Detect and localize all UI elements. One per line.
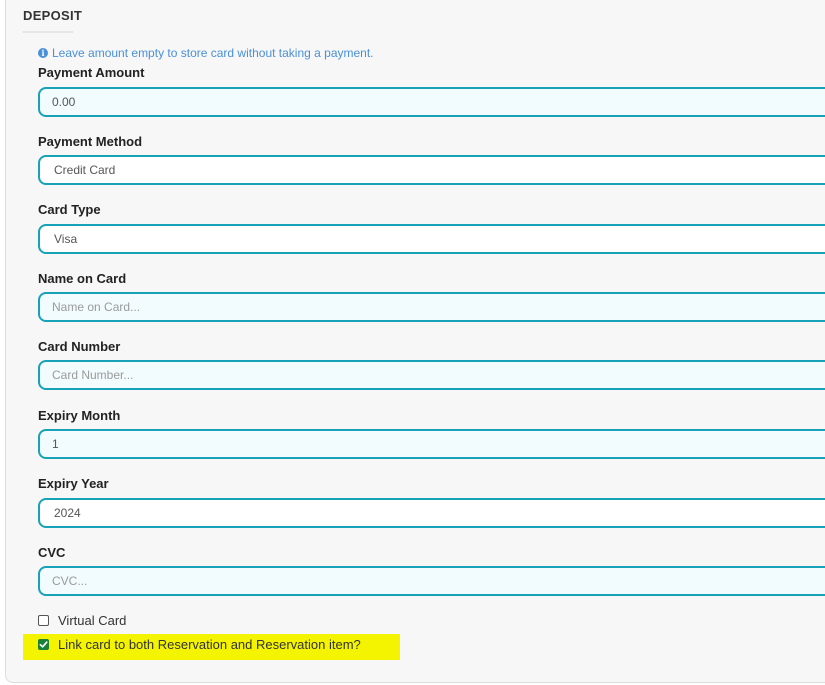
payment-method-label: Payment Method [38, 134, 143, 149]
expiry-month-input[interactable] [38, 429, 825, 459]
link-card-label: Link card to both Reservation and Reserv… [58, 637, 361, 652]
virtual-card-row[interactable]: Virtual Card [38, 613, 126, 628]
info-note: i Leave amount empty to store card witho… [38, 46, 374, 60]
name-on-card-input[interactable] [38, 292, 825, 322]
virtual-card-checkbox[interactable] [38, 615, 49, 626]
link-card-checkbox[interactable] [38, 639, 49, 650]
expiry-month-label: Expiry Month [38, 408, 121, 423]
card-number-label: Card Number [38, 339, 121, 354]
payment-method-select[interactable]: Credit Card [38, 155, 825, 185]
section-title: DEPOSIT [23, 8, 83, 23]
info-circle-icon: i [38, 48, 48, 58]
expiry-year-value: 2024 [54, 506, 81, 520]
info-note-text: Leave amount empty to store card without… [52, 46, 374, 60]
virtual-card-label: Virtual Card [58, 613, 127, 628]
expiry-year-label: Expiry Year [38, 476, 109, 491]
name-on-card-label: Name on Card [38, 271, 127, 286]
payment-method-value: Credit Card [54, 163, 116, 177]
card-type-select[interactable]: Visa [38, 224, 825, 254]
section-title-underline [23, 31, 73, 33]
cvc-label: CVC [38, 545, 66, 560]
link-card-row[interactable]: Link card to both Reservation and Reserv… [38, 637, 361, 652]
card-type-label: Card Type [38, 202, 101, 217]
card-number-input[interactable] [38, 360, 825, 390]
check-icon [39, 641, 48, 648]
payment-amount-label: Payment Amount [38, 65, 145, 80]
expiry-year-select[interactable]: 2024 [38, 498, 825, 528]
card-type-value: Visa [54, 232, 78, 246]
cvc-input[interactable] [38, 566, 825, 596]
payment-amount-input[interactable] [38, 87, 825, 117]
